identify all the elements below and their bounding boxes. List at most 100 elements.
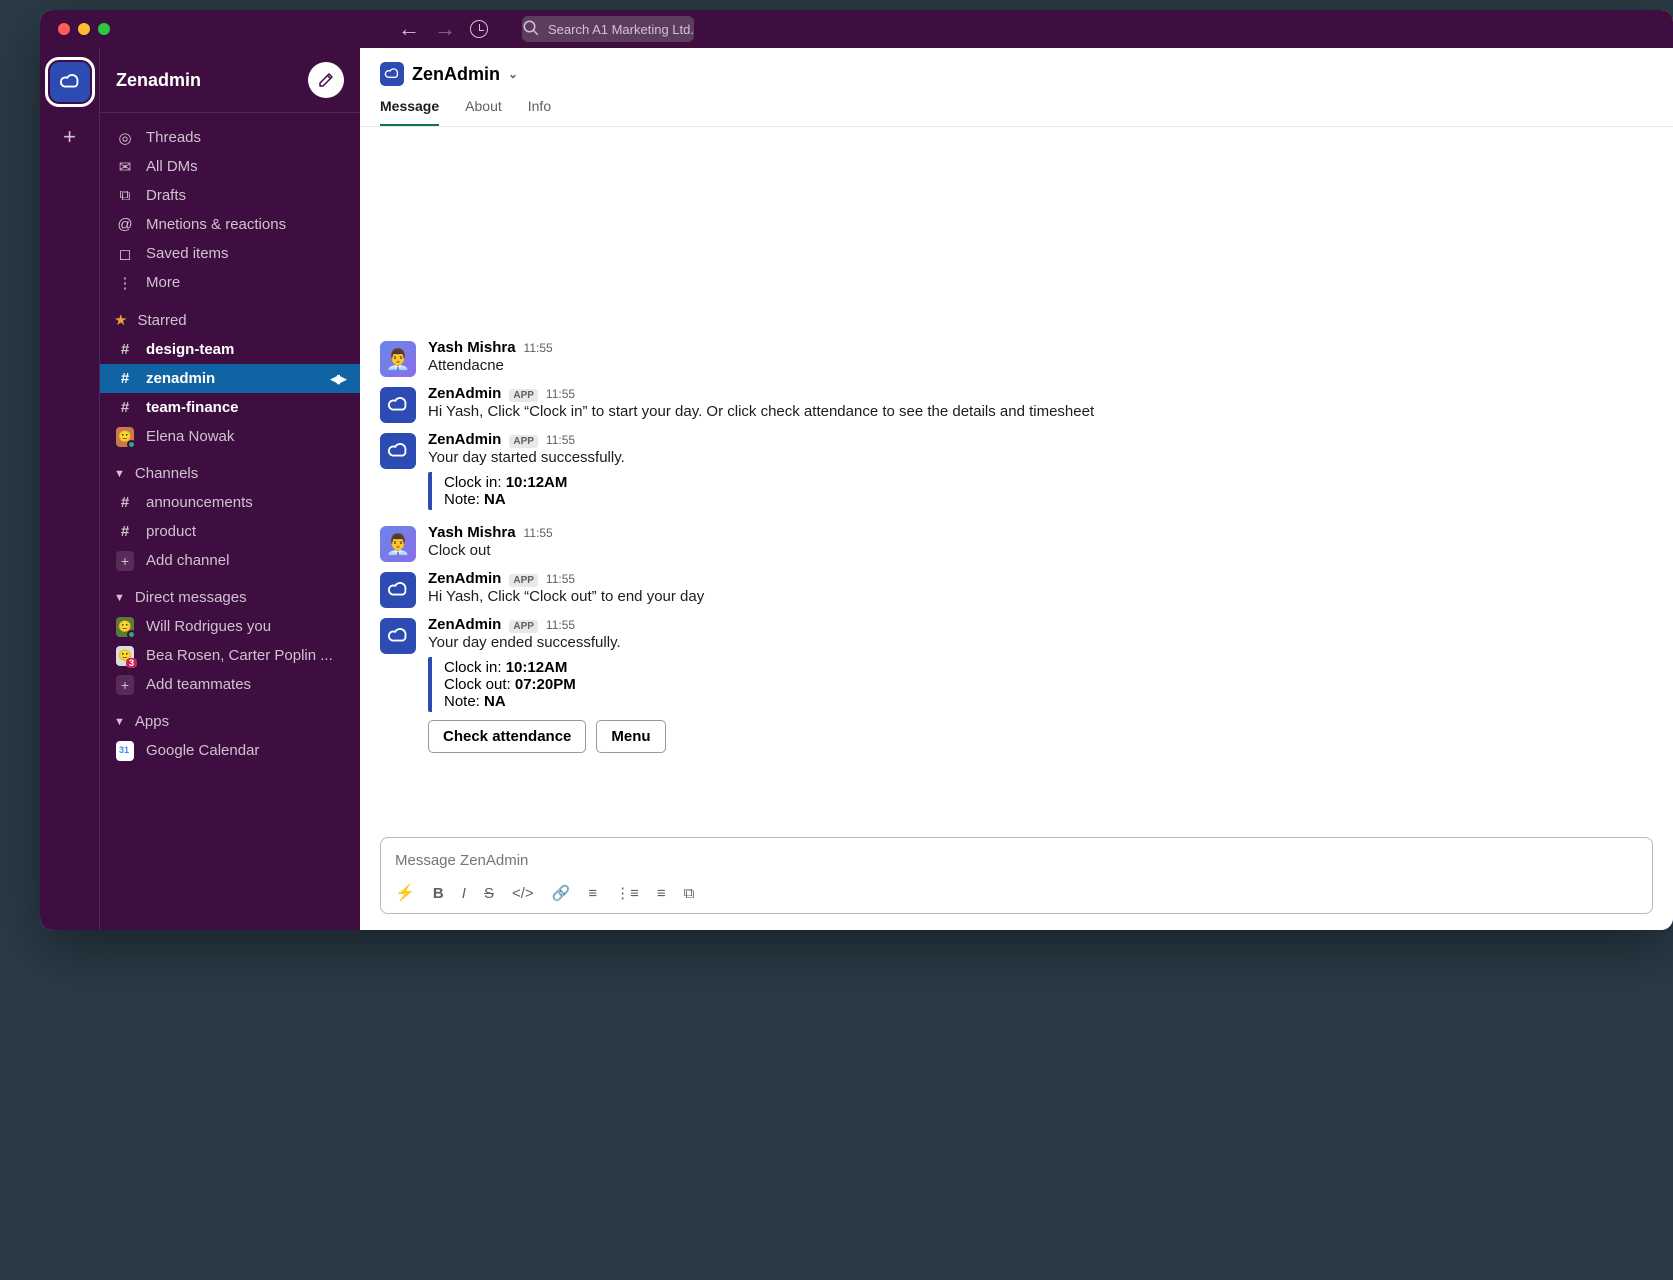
message-sender[interactable]: ZenAdmin — [428, 616, 501, 633]
nav-back-button[interactable]: ← — [398, 20, 416, 38]
bookmark-icon: ◻ — [116, 245, 134, 263]
action-button[interactable]: Menu — [596, 720, 665, 753]
bullet-list-button[interactable]: ⋮≡ — [615, 884, 639, 902]
user-avatar-icon[interactable]: 👨‍💼 — [380, 341, 416, 377]
workspace-rail: + — [40, 48, 100, 930]
sidebar-mentions[interactable]: @Mnetions & reactions — [100, 210, 360, 239]
app-avatar-icon[interactable] — [380, 433, 416, 469]
app-avatar-icon[interactable] — [380, 618, 416, 654]
shortcuts-icon[interactable]: ⚡ — [395, 883, 415, 903]
message-timestamp: 11:55 — [546, 572, 575, 586]
sidebar-drafts[interactable]: ⧉Drafts — [100, 181, 360, 210]
sidebar-saved[interactable]: ◻Saved items — [100, 239, 360, 268]
message-sender[interactable]: ZenAdmin — [428, 570, 501, 587]
minimize-window-button[interactable] — [78, 23, 90, 35]
workspace-name: Zenadmin — [116, 70, 201, 91]
hash-icon: # — [116, 399, 134, 416]
sidebar-add-teammates[interactable]: +Add teammates — [100, 670, 360, 699]
close-window-button[interactable] — [58, 23, 70, 35]
section-apps[interactable]: ▼Apps — [100, 707, 360, 736]
message-row[interactable]: 👨‍💼Yash Mishra11:55Clock out — [380, 520, 1653, 566]
message-text: Your day ended successfully. — [428, 634, 1653, 651]
history-icon[interactable] — [470, 20, 488, 38]
app-logo-icon — [380, 62, 404, 86]
google-calendar-icon — [116, 741, 134, 761]
search-input[interactable]: Search A1 Marketing Ltd. — [522, 16, 694, 42]
tab-info[interactable]: Info — [528, 98, 551, 126]
maximize-window-button[interactable] — [98, 23, 110, 35]
message-sender[interactable]: ZenAdmin — [428, 385, 501, 402]
message-input[interactable] — [395, 848, 1638, 873]
app-avatar-icon[interactable] — [380, 572, 416, 608]
nav-forward-button[interactable]: → — [434, 20, 452, 38]
hash-icon: # — [116, 494, 134, 511]
sidebar-more[interactable]: ⋮More — [100, 268, 360, 297]
sidebar-item-channels-1[interactable]: #product — [100, 517, 360, 546]
message-composer: ⚡ B I S </> 🔗 ≡ ⋮≡ ≡ ⧉ — [380, 837, 1653, 914]
message-row[interactable]: ZenAdminAPP11:55Your day ended successfu… — [380, 612, 1653, 757]
add-workspace-button[interactable]: + — [63, 124, 76, 150]
bold-button[interactable]: B — [433, 885, 444, 902]
message-sender[interactable]: Yash Mishra — [428, 524, 516, 541]
main-panel: ZenAdmin ⌄ Message About Info 👨‍💼 Yash Mi… — [360, 48, 1673, 930]
block-line: Clock in: 10:12AM — [444, 474, 1653, 491]
sidebar-item-starred-1[interactable]: #zenadmin◀▶ — [100, 364, 360, 393]
sidebar-item-dm-1[interactable]: 🙂3Bea Rosen, Carter Poplin ... — [100, 641, 360, 670]
ordered-list-button[interactable]: ≡ — [588, 885, 597, 902]
workspace-header[interactable]: Zenadmin — [100, 48, 360, 113]
message-list[interactable]: 👨‍💼Yash Mishra11:55AttendacneZenAdminAPP… — [360, 127, 1673, 837]
sidebar-item-starred-3[interactable]: 🙂Elena Nowak — [100, 422, 360, 451]
message-text: Clock out — [428, 542, 1653, 559]
sidebar-item-starred-0[interactable]: #design-team — [100, 335, 360, 364]
message-row[interactable]: ZenAdminAPP11:55Hi Yash, Click “Clock in… — [380, 381, 1653, 427]
app-avatar-icon[interactable] — [380, 387, 416, 423]
star-icon: ★ — [114, 311, 127, 329]
codeblock-button[interactable]: ⧉ — [684, 885, 695, 902]
sidebar-item-app-0[interactable]: Google Calendar — [100, 736, 360, 765]
window-controls — [58, 23, 110, 35]
sidebar: Zenadmin ◎Threads ✉All DMs ⧉Drafts @Mnet… — [100, 48, 360, 930]
sidebar-item-starred-2[interactable]: #team-finance — [100, 393, 360, 422]
action-button[interactable]: Check attendance — [428, 720, 586, 753]
message-text: Hi Yash, Click “Clock out” to end your d… — [428, 588, 1653, 605]
dms-icon: ✉ — [116, 158, 134, 176]
tab-message[interactable]: Message — [380, 98, 439, 126]
tab-about[interactable]: About — [465, 98, 502, 126]
hash-icon: # — [116, 523, 134, 540]
avatar: 🙂3 — [116, 646, 134, 666]
message-timestamp: 11:55 — [546, 387, 575, 401]
message-row[interactable]: ZenAdminAPP11:55Your day started success… — [380, 427, 1653, 520]
titlebar: ← → Search A1 Marketing Ltd. — [40, 10, 1673, 48]
message-row[interactable]: ZenAdmin APP 11:55 Hi Yash, Click “Clock ou… — [380, 566, 1653, 612]
sidebar-item-dm-0[interactable]: 🙂Will Rodrigues you — [100, 612, 360, 641]
sync-icon: ◀▶ — [330, 371, 344, 387]
app-badge: APP — [509, 574, 538, 587]
compose-button[interactable] — [308, 62, 344, 98]
channel-title-button[interactable]: ZenAdmin ⌄ — [380, 62, 1653, 86]
mentions-icon: @ — [116, 216, 134, 233]
section-starred[interactable]: ★Starred — [100, 305, 360, 335]
link-button[interactable]: 🔗 — [552, 884, 571, 902]
section-dms[interactable]: ▼Direct messages — [100, 583, 360, 612]
blockquote-button[interactable]: ≡ — [657, 885, 666, 902]
section-channels[interactable]: ▼Channels — [100, 459, 360, 488]
hash-icon: # — [116, 341, 134, 358]
app-window: ← → Search A1 Marketing Ltd. + Zenadmin — [40, 10, 1673, 930]
message-row[interactable]: 👨‍💼Yash Mishra11:55Attendacne — [380, 335, 1653, 381]
block-line: Note: NA — [444, 693, 1653, 710]
block-line: Note: NA — [444, 491, 1653, 508]
sidebar-threads[interactable]: ◎Threads — [100, 123, 360, 152]
sidebar-add-channel[interactable]: +Add channel — [100, 546, 360, 575]
code-button[interactable]: </> — [512, 885, 534, 902]
strikethrough-button[interactable]: S — [484, 885, 494, 902]
message-sender[interactable]: ZenAdmin — [428, 431, 501, 448]
drafts-icon: ⧉ — [116, 187, 134, 204]
user-avatar-icon[interactable]: 👨‍💼 — [380, 526, 416, 562]
message-sender[interactable]: Yash Mishra — [428, 339, 516, 356]
workspace-switcher-button[interactable] — [50, 62, 90, 102]
attachment-block: Clock in: 10:12AMClock out: 07:20PMNote:… — [428, 657, 1653, 712]
avatar: 🙂 — [116, 617, 134, 637]
italic-button[interactable]: I — [462, 885, 466, 902]
sidebar-all-dms[interactable]: ✉All DMs — [100, 152, 360, 181]
sidebar-item-channels-0[interactable]: #announcements — [100, 488, 360, 517]
